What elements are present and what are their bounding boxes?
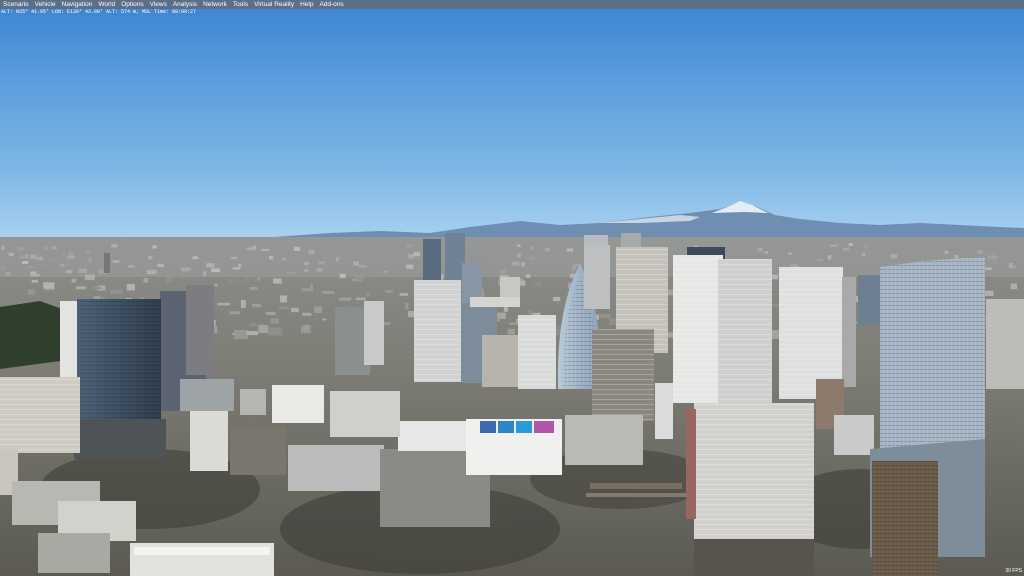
menu-item-analysis[interactable]: Analysis — [170, 0, 200, 9]
menu-item-network[interactable]: Network — [200, 0, 230, 9]
menu-item-tools[interactable]: Tools — [230, 0, 251, 9]
menu-item-world[interactable]: World — [95, 0, 118, 9]
menu-item-navigation[interactable]: Navigation — [59, 0, 96, 9]
forest-park — [0, 301, 62, 369]
menu-item-help[interactable]: Help — [297, 0, 316, 9]
menu-item-virtual-reality[interactable]: Virtual Reality — [251, 0, 297, 9]
sky — [0, 9, 1024, 241]
status-readout: ALT: N35° 41.95' LON: E139° 42.00' ALT: … — [1, 9, 197, 15]
simulator-viewport[interactable] — [0, 9, 1024, 576]
menu-item-options[interactable]: Options — [118, 0, 146, 9]
menu-item-views[interactable]: Views — [147, 0, 170, 9]
menu-item-scenario[interactable]: Scenario — [0, 0, 32, 9]
menu-item-vehicle[interactable]: Vehicle — [32, 0, 59, 9]
glass-tower-right — [870, 257, 985, 576]
menu-bar: Scenario Vehicle Navigation World Options Vie… — [0, 0, 1024, 9]
menu-item-add-ons[interactable]: Add-ons — [316, 0, 346, 9]
fps-counter: 30 FPS — [1005, 568, 1022, 574]
glass-tower-left — [74, 299, 166, 459]
center-foreground-building — [686, 403, 814, 576]
